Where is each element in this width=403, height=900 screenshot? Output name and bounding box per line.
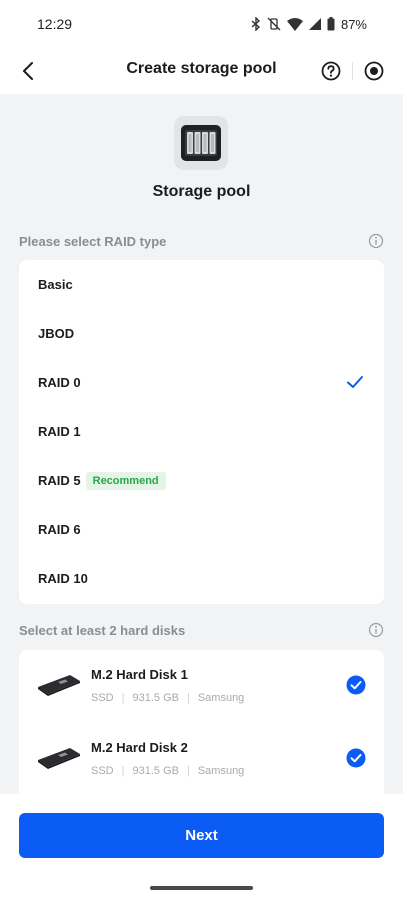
next-button[interactable]: Next xyxy=(19,813,384,858)
storage-pool-title: Storage pool xyxy=(152,183,251,200)
vibrate-off-icon xyxy=(267,17,281,31)
disk-item[interactable]: M.2 Hard Disk 1 SSD | 931.5 GB | Samsung xyxy=(19,650,384,723)
raid-option-raid1[interactable]: RAID 1 xyxy=(19,407,384,456)
raid-option-label: RAID 6 xyxy=(38,522,81,537)
checked-circle-icon[interactable] xyxy=(346,675,366,695)
disk-type: SSD xyxy=(91,765,114,777)
raid-section-label: Please select RAID type xyxy=(19,234,167,249)
checked-circle-icon[interactable] xyxy=(346,748,366,768)
raid-option-label: RAID 5 xyxy=(38,473,81,488)
meta-separator: | xyxy=(121,692,125,704)
signal-icon xyxy=(308,18,321,30)
record-button[interactable] xyxy=(361,58,387,84)
raid-option-jbod[interactable]: JBOD xyxy=(19,309,384,358)
raid-option-raid0[interactable]: RAID 0 xyxy=(19,358,384,407)
status-time: 12:29 xyxy=(37,16,73,32)
info-icon[interactable] xyxy=(368,622,384,638)
disk-size: 931.5 GB xyxy=(132,765,179,777)
disk-brand: Samsung xyxy=(197,692,245,704)
bluetooth-icon xyxy=(251,17,260,31)
help-icon xyxy=(321,61,341,81)
wifi-icon xyxy=(286,17,303,31)
home-indicator[interactable] xyxy=(150,886,253,890)
disk-section-label: Select at least 2 hard disks xyxy=(19,623,186,638)
disk-item[interactable]: M.2 Hard Disk 2 SSD | 931.5 GB | Samsung xyxy=(19,723,384,796)
raid-option-label: RAID 1 xyxy=(38,424,81,439)
raid-option-label: RAID 0 xyxy=(38,375,81,390)
info-icon[interactable] xyxy=(368,233,384,249)
disk-type: SSD xyxy=(91,692,114,704)
disk-list: M.2 Hard Disk 1 SSD | 931.5 GB | Samsung… xyxy=(19,650,384,800)
meta-separator: | xyxy=(121,765,125,777)
checkmark-icon xyxy=(347,376,363,388)
raid-option-raid6[interactable]: RAID 6 xyxy=(19,505,384,554)
meta-separator: | xyxy=(186,765,190,777)
battery-icon xyxy=(327,17,335,31)
raid-type-list: Basic JBOD RAID 0 RAID 1 RAID 5 Recommen… xyxy=(19,260,384,604)
status-bar: 12:29 87% xyxy=(0,0,403,48)
disk-name: M.2 Hard Disk 1 xyxy=(91,667,188,682)
meta-separator: | xyxy=(186,692,190,704)
m2-disk-icon xyxy=(38,748,80,769)
storage-pool-hero: Storage pool xyxy=(0,94,403,216)
storage-pool-icon xyxy=(174,116,228,170)
disk-meta: SSD | 931.5 GB | Samsung xyxy=(91,765,244,777)
raid-option-label: RAID 10 xyxy=(38,571,88,586)
disk-size: 931.5 GB xyxy=(132,692,179,704)
raid-option-raid5[interactable]: RAID 5 Recommend xyxy=(19,456,384,505)
header-divider xyxy=(352,62,353,80)
bottom-action-bar: Next xyxy=(0,794,403,900)
disk-name: M.2 Hard Disk 2 xyxy=(91,740,188,755)
recommend-badge: Recommend xyxy=(85,471,166,490)
m2-disk-icon xyxy=(38,675,80,696)
raid-option-label: Basic xyxy=(38,277,73,292)
record-icon xyxy=(364,61,384,81)
disk-brand: Samsung xyxy=(197,765,245,777)
raid-option-basic[interactable]: Basic xyxy=(19,260,384,309)
status-icons: 87% xyxy=(251,17,367,32)
raid-option-raid10[interactable]: RAID 10 xyxy=(19,554,384,603)
top-app-bar: Create storage pool xyxy=(0,48,403,94)
battery-percent: 87% xyxy=(340,16,367,32)
disk-meta: SSD | 931.5 GB | Samsung xyxy=(91,692,244,704)
help-button[interactable] xyxy=(318,58,344,84)
raid-option-label: JBOD xyxy=(38,326,75,341)
